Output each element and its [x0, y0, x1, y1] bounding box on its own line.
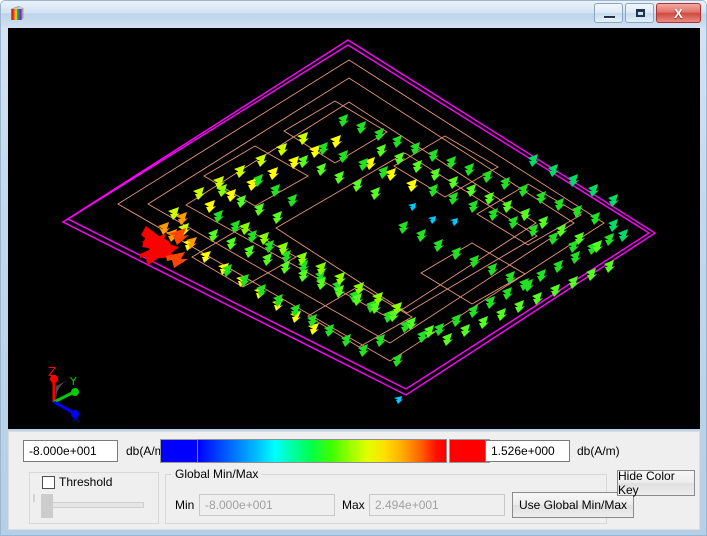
svg-text:Z: Z [48, 365, 56, 379]
color-gradient-bar[interactable] [197, 439, 447, 463]
above-range-swatch[interactable] [449, 439, 490, 463]
threshold-checkbox[interactable] [42, 476, 55, 489]
maximize-icon [636, 9, 645, 17]
threshold-slider-tick [33, 494, 35, 502]
minimize-button[interactable] [594, 3, 623, 23]
color-key-max-input[interactable] [485, 440, 570, 462]
threshold-label: Threshold [59, 475, 113, 489]
below-range-swatch[interactable] [160, 439, 201, 463]
global-min-label: Min [175, 498, 195, 512]
window-controls: X [594, 3, 701, 24]
rainbow-cube-icon [11, 6, 24, 20]
color-key-min-input[interactable] [23, 440, 118, 462]
global-minmax-title: Global Min/Max [172, 467, 262, 481]
color-key-panel: db(A/m) db(A/m) Threshold Global Min/Max… [8, 431, 700, 530]
global-max-input [369, 494, 505, 516]
threshold-slider-track[interactable] [44, 502, 144, 508]
close-button[interactable]: X [656, 3, 701, 23]
threshold-slider-thumb[interactable] [41, 494, 53, 518]
color-key-max-unit: db(A/m) [577, 444, 620, 458]
use-global-minmax-button[interactable]: Use Global Min/Max [512, 492, 634, 518]
svg-text:Y: Y [69, 375, 77, 388]
maximize-button[interactable] [625, 3, 654, 23]
hide-color-key-button[interactable]: Hide Color Key [617, 469, 695, 497]
title-bar[interactable]: X [1, 1, 706, 27]
global-min-input [199, 494, 335, 516]
svg-text:X: X [72, 412, 80, 425]
plot-viewport[interactable]: Z Y X [8, 28, 700, 429]
minimize-icon [604, 16, 615, 18]
global-max-label: Max [342, 498, 365, 512]
vector-field-plot: Z Y X [8, 28, 700, 429]
close-icon: X [674, 6, 683, 21]
application-window: X Z Y X -8.000e+001 db(A/m) 1.526e+000 d… [0, 0, 707, 536]
